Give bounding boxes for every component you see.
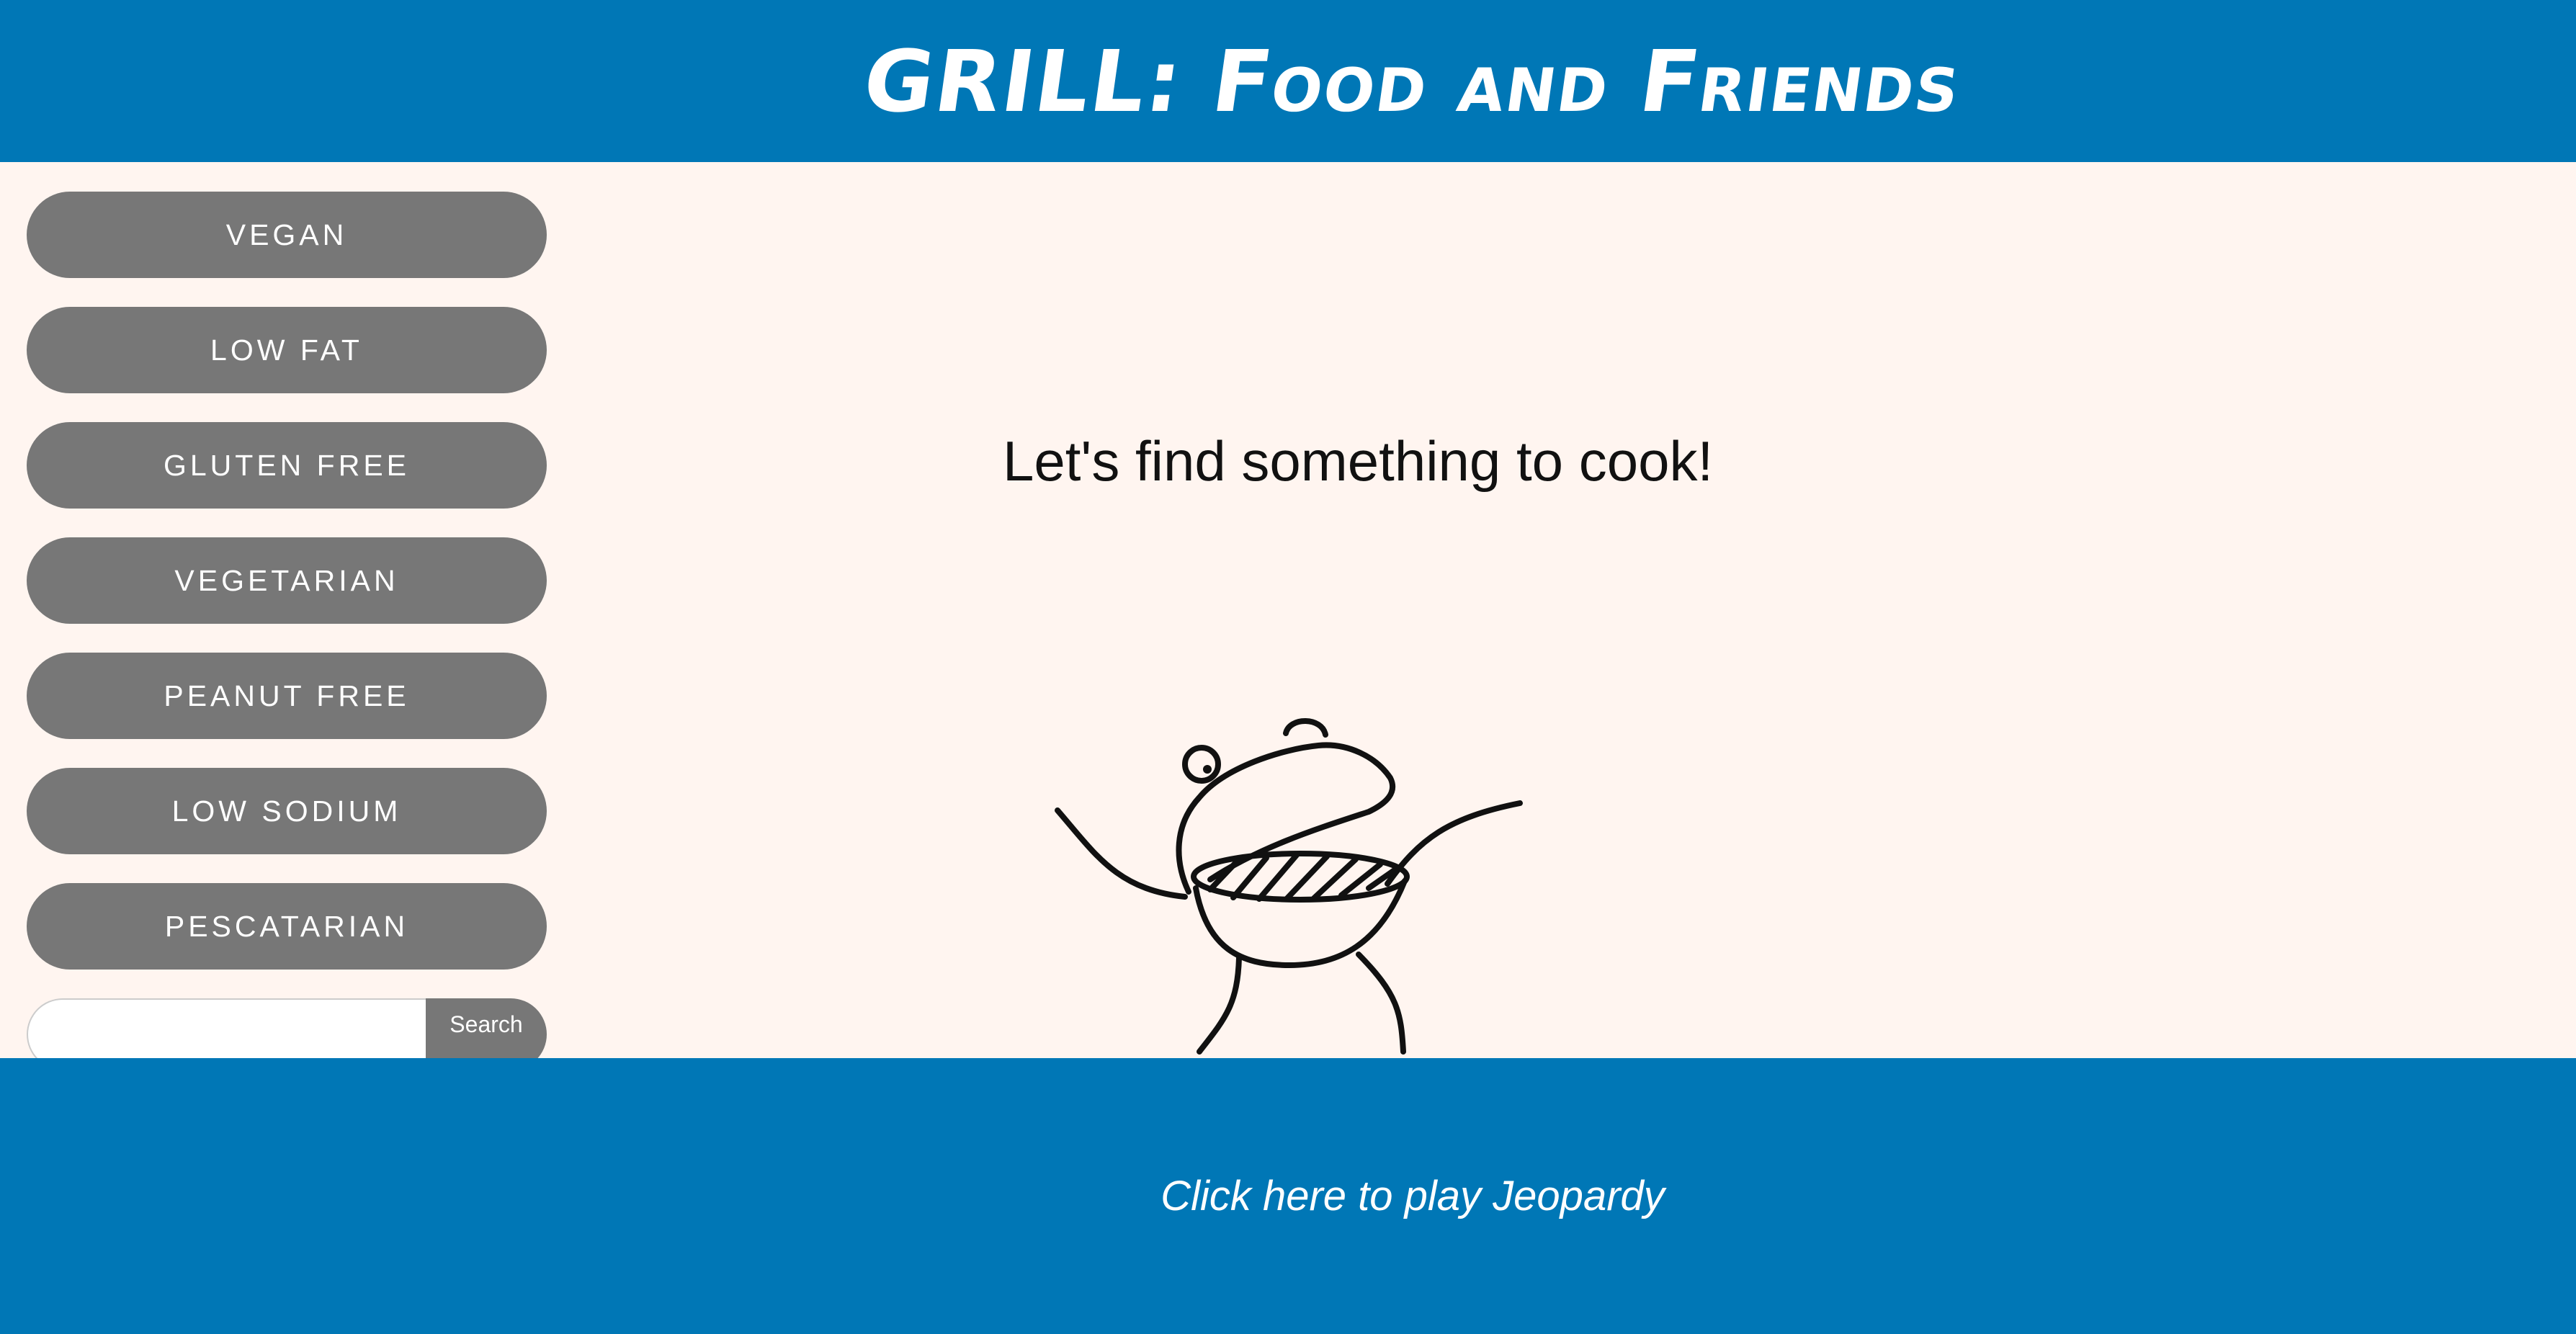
cook-prompt: Let's find something to cook! <box>1003 429 1714 493</box>
site-footer: Click here to play Jeopardy <box>0 1058 2576 1334</box>
filter-button-vegan[interactable]: VEGAN <box>27 192 547 278</box>
filter-button-gluten-free[interactable]: GLUTEN FREE <box>27 422 547 509</box>
filter-button-peanut-free[interactable]: PEANUT FREE <box>27 653 547 739</box>
search-bar: Search <box>27 998 547 1058</box>
site-header: GRILL: Food and Friends <box>0 0 2576 162</box>
filter-sidebar: VEGAN LOW FAT GLUTEN FREE VEGETARIAN PEA… <box>27 192 547 998</box>
filter-button-low-sodium[interactable]: LOW SODIUM <box>27 768 547 854</box>
filter-button-vegetarian[interactable]: VEGETARIAN <box>27 537 547 624</box>
grill-character-icon <box>1055 718 1523 1055</box>
filter-button-pescatarian[interactable]: PESCATARIAN <box>27 883 547 970</box>
jeopardy-link[interactable]: Click here to play Jeopardy <box>0 1058 2576 1334</box>
search-button[interactable]: Search <box>426 998 547 1058</box>
search-input[interactable] <box>27 998 426 1058</box>
filter-button-low-fat[interactable]: LOW FAT <box>27 307 547 393</box>
site-title: GRILL: Food and Friends <box>857 31 1968 131</box>
main-content: VEGAN LOW FAT GLUTEN FREE VEGETARIAN PEA… <box>0 162 2576 1058</box>
